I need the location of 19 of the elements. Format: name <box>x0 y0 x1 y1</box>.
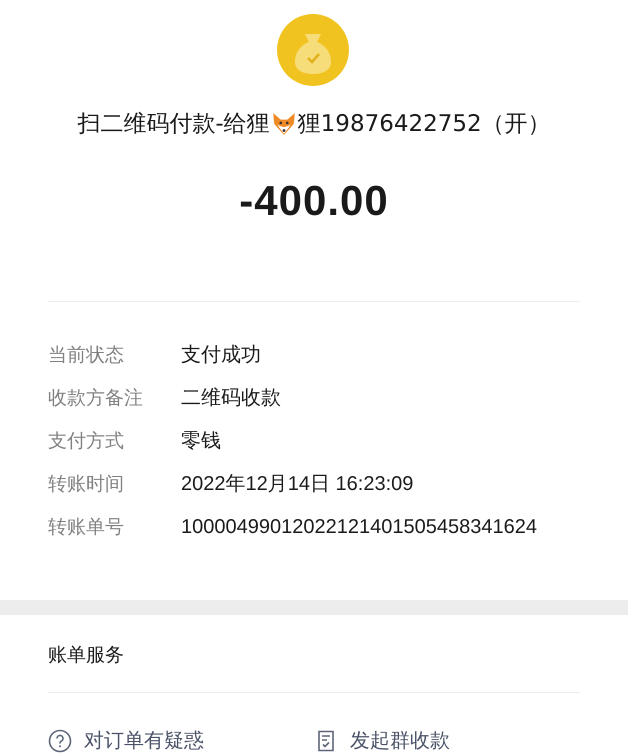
section-title: 账单服务 <box>48 643 125 668</box>
detail-value: 2022年12月14日 16:23:09 <box>181 472 414 497</box>
amount: -400.00 <box>239 177 389 225</box>
service-link[interactable]: 发起群收款 <box>350 727 450 753</box>
question-icon <box>48 728 72 752</box>
detail-value: 10000499012022121401505458341624 <box>181 515 537 540</box>
detail-label: 收款方备注 <box>48 386 144 411</box>
detail-value: 二维码收款 <box>181 386 281 411</box>
detail-label: 当前状态 <box>48 343 125 368</box>
detail-value: 支付成功 <box>181 343 261 368</box>
payee-title: 扫二维码付款-给狸 <box>77 110 270 139</box>
payee-title: 狸19876422752（开） <box>298 110 551 139</box>
detail-value: 零钱 <box>181 429 221 454</box>
money-bag-icon <box>277 14 349 86</box>
detail-label: 转账时间 <box>48 472 125 497</box>
fox-icon <box>270 110 297 136</box>
detail-label: 转账单号 <box>48 515 125 540</box>
detail-label: 支付方式 <box>48 429 125 454</box>
service-link[interactable]: 对订单有疑惑 <box>84 727 204 753</box>
